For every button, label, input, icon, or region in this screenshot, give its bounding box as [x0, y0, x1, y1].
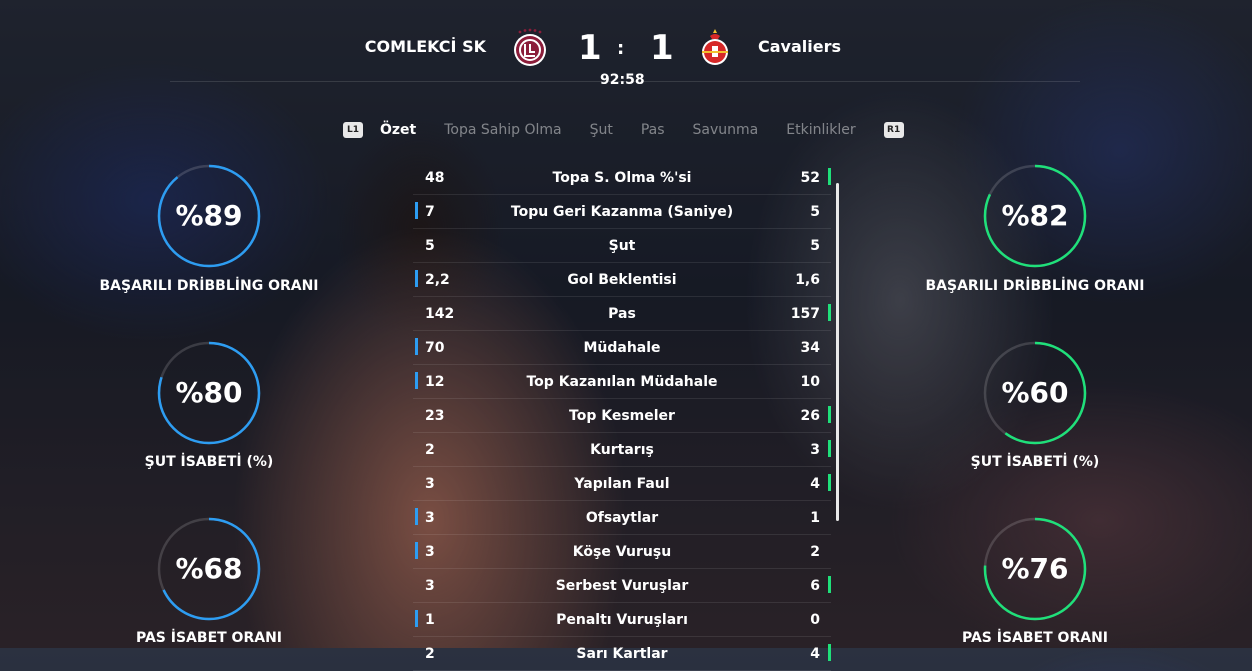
tab-ozet[interactable]: Özet — [380, 122, 416, 138]
stats-scrollbar[interactable] — [836, 183, 839, 521]
stat-row: 23 Top Kesmeler 26 — [413, 399, 831, 433]
away-gauge-shot-accuracy-label: ŞUT İSABETİ (%) — [970, 454, 1100, 470]
away-score: 1 — [650, 28, 674, 68]
gauge-percentage: %82 — [1001, 199, 1069, 232]
stat-label: Yapılan Faul — [574, 476, 670, 492]
score-separator: : — [617, 38, 625, 59]
stat-label: Şut — [608, 238, 636, 254]
home-team-crest-icon — [514, 28, 546, 66]
stat-label: Topa S. Olma %'si — [552, 170, 692, 186]
stat-row: 3 Köşe Vuruşu 2 — [413, 535, 831, 569]
stat-row: 5 Şut 5 — [413, 229, 831, 263]
away-gauge-pass-accuracy-label: PAS İSABET ORANI — [962, 630, 1108, 646]
stat-away-value: 157 — [790, 306, 820, 322]
gauge-percentage: %60 — [1001, 376, 1069, 409]
stat-label: Penaltı Vuruşları — [556, 612, 688, 628]
away-gauge-dribbling: %82 — [983, 164, 1087, 268]
stats-tab-bar: L1 Özet Topa Sahip Olma Şut Pas Savunma … — [343, 120, 904, 140]
l1-button-icon[interactable]: L1 — [343, 122, 363, 138]
stat-row: 1 Penaltı Vuruşları 0 — [413, 603, 831, 637]
home-team-name: COMLEKCİ SK — [364, 37, 486, 56]
away-gauge-pass-accuracy: %76 — [983, 517, 1087, 621]
away-gauge-shot-accuracy: %60 — [983, 341, 1087, 445]
stat-label: Pas — [608, 306, 636, 322]
stat-label: Serbest Vuruşlar — [555, 578, 689, 594]
match-stats-table[interactable]: 48 Topa S. Olma %'si 52 7 Topu Geri Kazanma … — [413, 161, 831, 671]
stat-label: Top Kazanılan Müdahale — [526, 374, 718, 390]
stat-away-value: 10 — [800, 374, 820, 390]
stat-label: Kurtarış — [590, 442, 654, 458]
home-gauge-dribbling: %89 — [157, 164, 261, 268]
stat-away-value: 5 — [810, 204, 820, 220]
home-score: 1 — [578, 28, 602, 68]
stat-row: 3 Ofsaytlar 1 — [413, 501, 831, 535]
stat-away-value: 5 — [810, 238, 820, 254]
stat-row: 2 Sarı Kartlar 4 — [413, 637, 831, 671]
away-team-name: Cavaliers — [758, 37, 841, 56]
match-clock: 92:58 — [600, 72, 645, 88]
stat-label: Köşe Vuruşu — [572, 544, 672, 560]
gauge-percentage: %68 — [175, 552, 243, 585]
stat-away-value: 2 — [810, 544, 820, 560]
r1-button-icon[interactable]: R1 — [883, 122, 904, 138]
tab-etkinlikler[interactable]: Etkinlikler — [786, 122, 855, 138]
stat-away-value: 4 — [810, 476, 820, 492]
gauge-percentage: %89 — [175, 199, 243, 232]
stat-row: 2,2 Gol Beklentisi 1,6 — [413, 263, 831, 297]
stat-label: Ofsaytlar — [585, 510, 659, 526]
away-gauge-dribbling-label: BAŞARILI DRİBBLİNG ORANI — [925, 278, 1145, 294]
stat-label: Müdahale — [583, 340, 661, 356]
tab-sut[interactable]: Şut — [590, 122, 613, 138]
stat-label: Topu Geri Kazanma (Saniye) — [510, 204, 734, 220]
stat-away-value: 52 — [800, 170, 820, 186]
tab-pas[interactable]: Pas — [641, 122, 665, 138]
stat-away-value: 3 — [810, 442, 820, 458]
gauge-percentage: %80 — [175, 376, 243, 409]
stat-away-value: 6 — [810, 578, 820, 594]
home-gauge-shot-accuracy: %80 — [157, 341, 261, 445]
stat-label: Sarı Kartlar — [576, 646, 668, 662]
stat-row: 2 Kurtarış 3 — [413, 433, 831, 467]
stat-label: Gol Beklentisi — [567, 272, 677, 288]
stat-row: 3 Serbest Vuruşlar 6 — [413, 569, 831, 603]
stat-away-value: 34 — [800, 340, 820, 356]
stat-away-value: 1,6 — [795, 272, 820, 288]
stat-row: 70 Müdahale 34 — [413, 331, 831, 365]
header-divider — [170, 81, 1080, 82]
stat-row: 7 Topu Geri Kazanma (Saniye) 5 — [413, 195, 831, 229]
home-gauge-pass-accuracy: %68 — [157, 517, 261, 621]
stat-label: Top Kesmeler — [569, 408, 675, 424]
stat-row: 48 Topa S. Olma %'si 52 — [413, 161, 831, 195]
stat-away-value: 1 — [810, 510, 820, 526]
stat-row: 12 Top Kazanılan Müdahale 10 — [413, 365, 831, 399]
gauge-percentage: %76 — [1001, 552, 1069, 585]
tab-topa-sahip-olma[interactable]: Topa Sahip Olma — [444, 122, 561, 138]
home-gauge-shot-accuracy-label: ŞUT İSABETİ (%) — [144, 454, 274, 470]
stat-away-value: 4 — [810, 646, 820, 662]
home-gauge-pass-accuracy-label: PAS İSABET ORANI — [136, 630, 282, 646]
stat-away-value: 26 — [800, 408, 820, 424]
home-gauge-dribbling-label: BAŞARILI DRİBBLİNG ORANI — [99, 278, 319, 294]
stat-away-value: 0 — [810, 612, 820, 628]
stat-row: 3 Yapılan Faul 4 — [413, 467, 831, 501]
tab-savunma[interactable]: Savunma — [693, 122, 759, 138]
stat-row: 142 Pas 157 — [413, 297, 831, 331]
away-team-crest-icon — [702, 29, 728, 65]
